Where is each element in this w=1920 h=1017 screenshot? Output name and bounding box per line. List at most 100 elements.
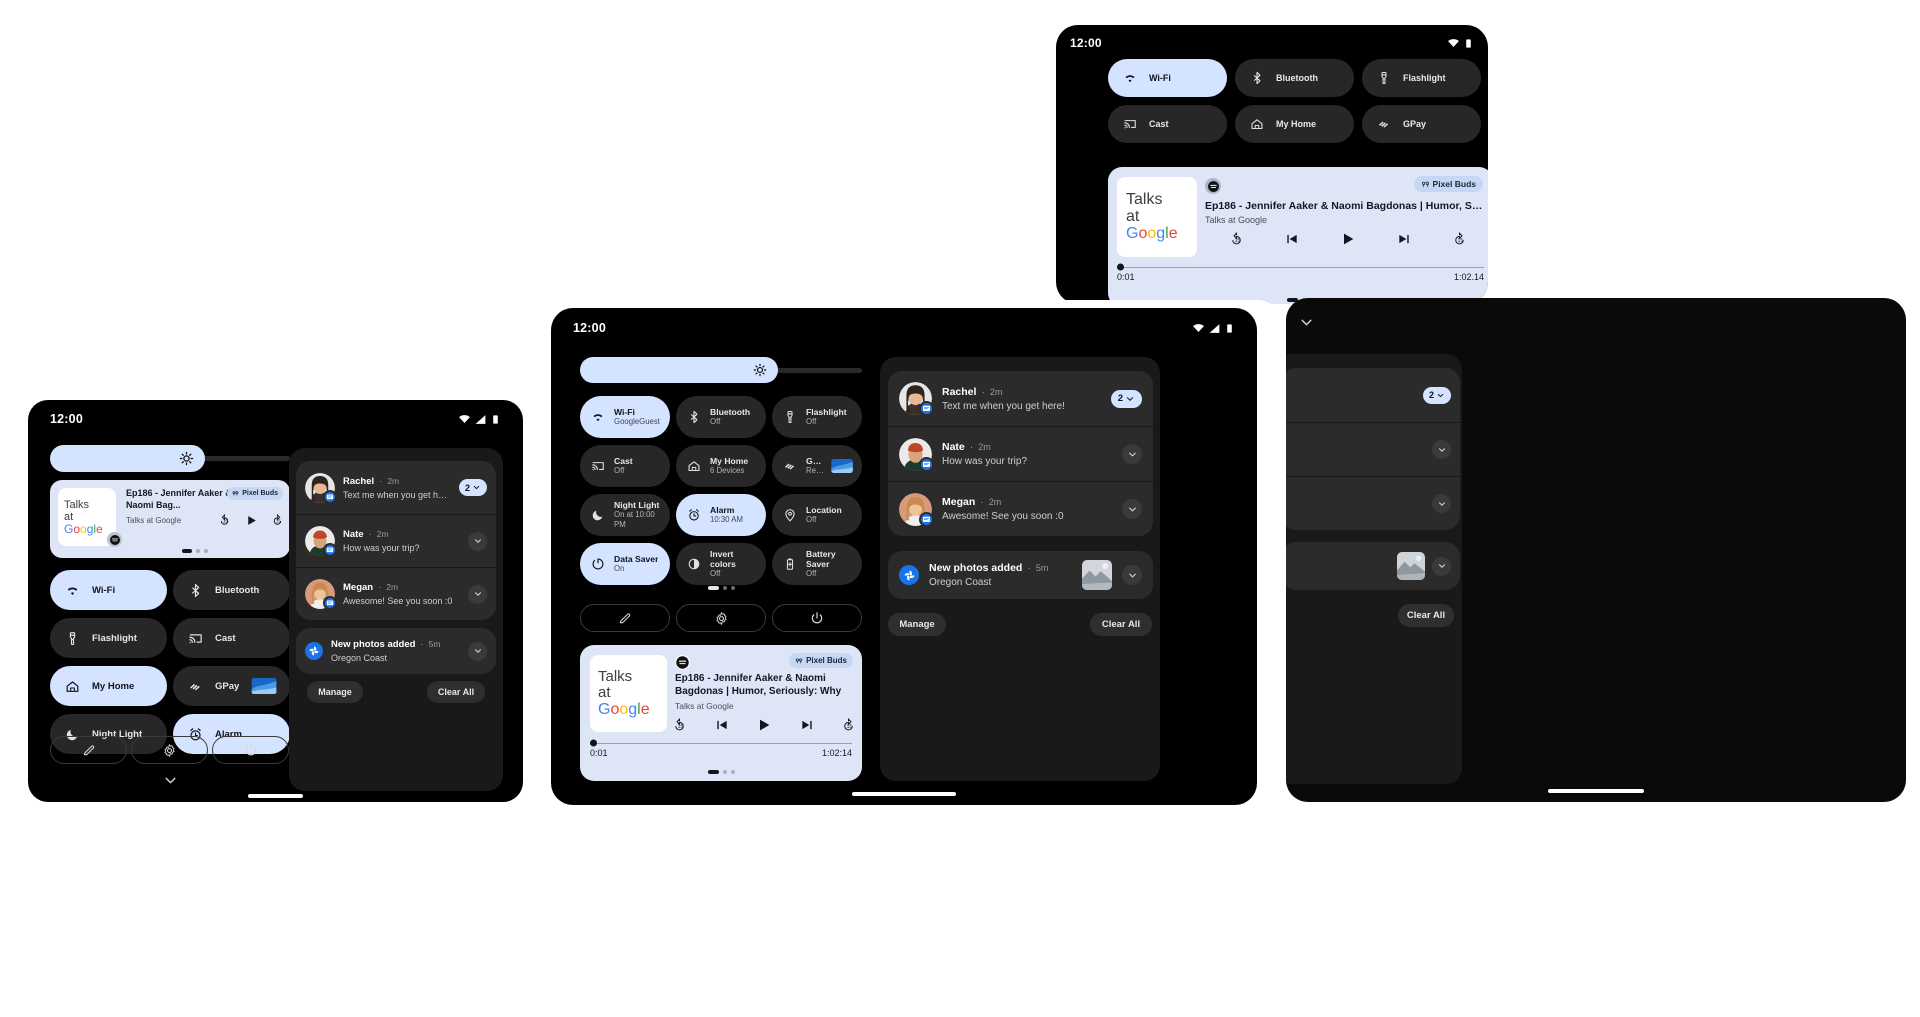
expand-button[interactable] [468,641,487,661]
previous-icon[interactable] [1285,232,1299,246]
clear-all-button[interactable]: Clear All [1090,613,1152,636]
notification-row[interactable] [1286,476,1460,530]
next-icon[interactable] [800,718,814,732]
nav-handle[interactable] [248,794,303,798]
tile-gpay[interactable]: GPayReady [772,445,862,487]
notification-row[interactable]: Megan · 2m Awesome! See you soon :0 [296,567,496,620]
replay15-icon[interactable]: 15 [1229,231,1244,247]
tile-data-saver[interactable]: Data Saver On [580,543,670,585]
brightness-slider-center[interactable] [580,357,862,383]
expand-button[interactable] [1432,556,1451,576]
output-device-chip[interactable]: Pixel Buds [789,653,853,668]
replay15-icon[interactable]: 15 [218,514,231,527]
power-button[interactable] [772,604,862,632]
media-player-left[interactable]: Talks at Google Ep186 - Jennifer Aaker &… [50,480,290,558]
play-icon[interactable] [756,717,772,733]
tile-cast[interactable]: Cast [173,618,290,658]
tile-gpay[interactable]: GPay [173,666,290,706]
tile-wifi[interactable]: Wi-Fi GoogleGuest [580,396,670,438]
notification-row[interactable]: 2 [1286,368,1460,422]
previous-icon[interactable] [715,718,729,732]
page-dot[interactable] [707,770,719,774]
expand-button[interactable] [1432,440,1451,459]
expand-button[interactable] [468,531,487,551]
collapse-handle-left[interactable] [50,772,290,788]
output-device-chip[interactable]: Pixel Buds [227,487,283,500]
settings-button[interactable] [131,736,208,764]
manage-button[interactable]: Manage [888,613,946,636]
nav-handle[interactable] [1548,789,1644,793]
notification-row[interactable]: Rachel · 2m Text me when you get here! 2 [888,371,1153,426]
media-seekbar[interactable] [590,739,852,747]
clear-all-button[interactable]: Clear All [427,681,485,703]
play-icon[interactable] [1340,231,1356,247]
notification-row[interactable] [1286,422,1460,476]
notification-row[interactable]: Megan · 2m Awesome! See you soon :0 [888,481,1153,536]
tile-night-light[interactable]: Night Light On at 10:00 PM [580,494,670,536]
settings-button[interactable] [676,604,766,632]
tile-flashlight[interactable]: Flashlight [1362,59,1481,97]
tile-flashlight[interactable]: Flashlight [50,618,167,658]
notification-row[interactable]: Nate · 2m How was your trip? [296,514,496,567]
replay15-icon[interactable]: 15 [672,717,687,733]
tile-cast[interactable]: Cast Off [580,445,670,487]
media-seekbar[interactable] [1117,263,1484,271]
page-dot[interactable] [730,586,735,590]
tile-battery-saver[interactable]: Battery Saver Off [772,543,862,585]
edit-tiles-button[interactable] [580,604,670,632]
tile-location[interactable]: Location Off [772,494,862,536]
expand-button[interactable] [1122,499,1142,519]
notification-row-photos[interactable]: New photos added · 5m Oregon Coast [296,628,496,674]
nav-handle[interactable] [852,792,956,796]
tile-flashlight[interactable]: Flashlight Off [772,396,862,438]
seek-thumb[interactable] [1117,263,1124,271]
play-icon[interactable] [245,514,258,527]
forward15-icon[interactable]: 15 [841,717,856,733]
notification-row[interactable]: Nate · 2m How was your trip? [888,426,1153,481]
tile-my-home[interactable]: My Home [1235,105,1354,143]
tile-cast[interactable]: Cast [1108,105,1227,143]
tile-alarm[interactable]: Alarm 10:30 AM [676,494,766,536]
forward15-icon[interactable]: 15 [271,514,284,527]
brightness-fill[interactable] [580,357,778,383]
tile-my-home[interactable]: My Home 6 Devices [676,445,766,487]
tile-invert-colors[interactable]: Invert colors Off [676,543,766,585]
tile-my-home[interactable]: My Home [50,666,167,706]
manage-button[interactable]: Manage [307,681,363,703]
page-dot[interactable] [722,586,727,590]
expand-button[interactable] [1122,444,1142,464]
page-dot[interactable] [722,770,727,774]
power-button[interactable] [212,736,289,764]
expand-button[interactable] [1432,494,1451,513]
brightness-slider-left[interactable] [50,445,290,472]
edit-tiles-button[interactable] [50,736,127,764]
notification-row[interactable]: Rachel · 2m Text me when you get here! 2 [296,461,496,514]
tile-wifi[interactable]: Wi-Fi [1108,59,1227,97]
output-device-chip[interactable]: Pixel Buds [1413,176,1483,192]
forward15-icon[interactable]: 15 [1452,231,1467,247]
page-dot[interactable] [182,549,192,553]
brightness-fill[interactable] [50,445,205,472]
notification-row-photos[interactable]: New photos added · 5m Oregon Coast [888,551,1153,599]
page-dot[interactable] [730,770,735,774]
clear-all-button[interactable]: Clear All [1398,604,1454,627]
expand-count-badge[interactable]: 2 [1110,389,1142,408]
tile-wifi[interactable]: Wi-Fi [50,570,167,610]
page-dot[interactable] [707,586,719,590]
media-player-center[interactable]: Talks at Google Pixel Buds Ep186 - Jenni… [580,645,862,781]
tile-bluetooth[interactable]: Bluetooth Off [676,396,766,438]
media-player-top-right[interactable]: Talks at Google Pixel Buds Ep186 - Jenni… [1108,167,1488,304]
seek-thumb[interactable] [590,739,597,747]
expand-count-badge[interactable]: 2 [1422,386,1451,404]
collapse-handle-far-right[interactable] [1286,314,1326,330]
next-icon[interactable] [1397,232,1411,246]
page-dot[interactable] [196,549,200,553]
notification-row-photos[interactable] [1286,542,1460,590]
tile-bluetooth[interactable]: Bluetooth [173,570,290,610]
expand-button[interactable] [1122,565,1142,585]
tile-gpay[interactable]: GPay [1362,105,1481,143]
tile-bluetooth[interactable]: Bluetooth [1235,59,1354,97]
page-dot[interactable] [204,549,208,553]
expand-button[interactable] [468,584,487,604]
expand-count-badge[interactable]: 2 [458,479,487,496]
